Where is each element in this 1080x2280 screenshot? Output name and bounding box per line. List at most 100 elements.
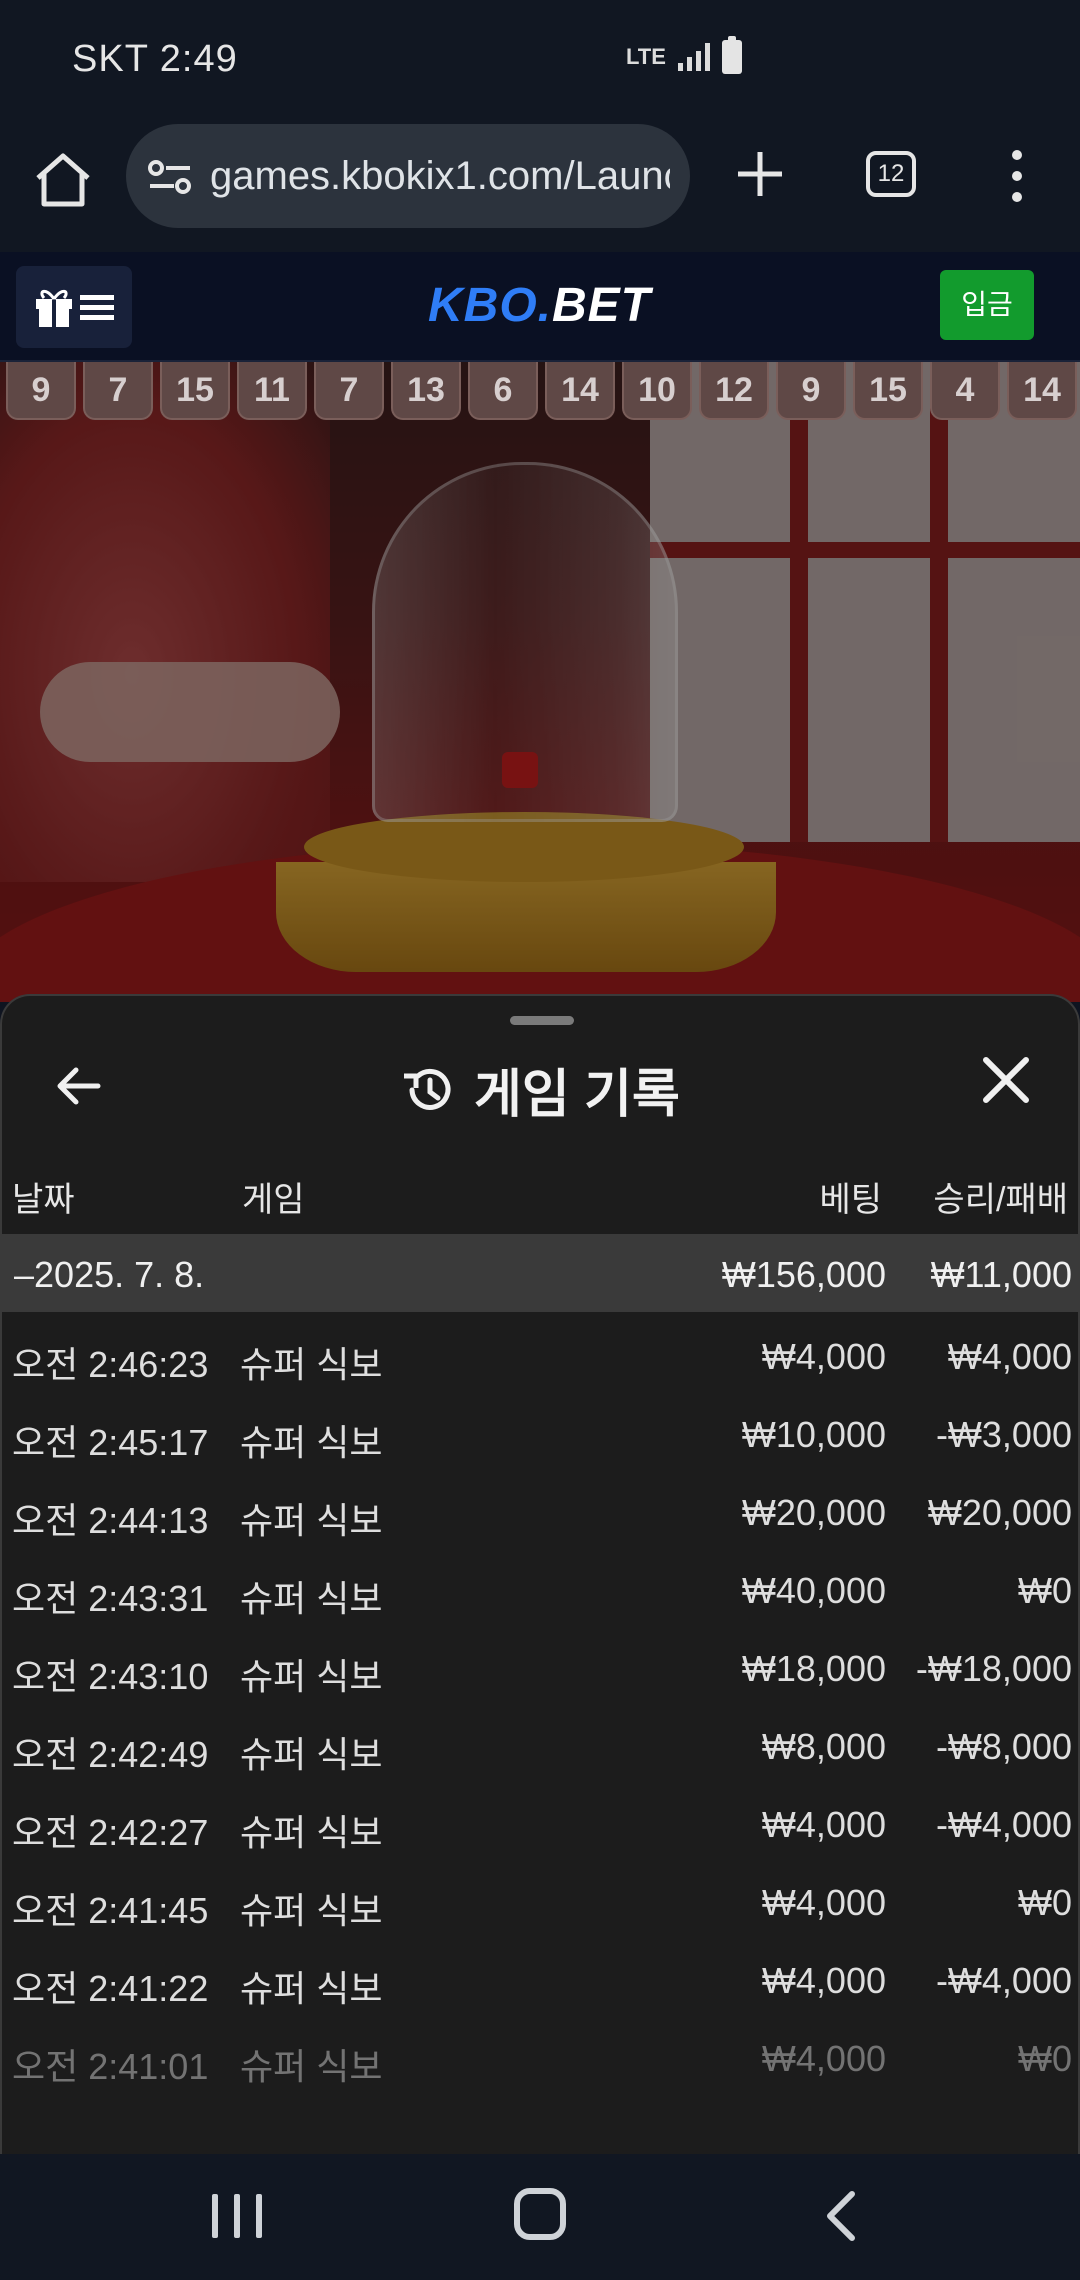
row-result: -₩8,000 <box>935 1726 1072 1767</box>
row-result: ₩20,000 <box>927 1492 1072 1533</box>
status-time: SKT 2:49 <box>72 38 238 80</box>
lte-icon: LTE <box>626 44 666 69</box>
row-game: 슈퍼 식보 <box>240 1500 383 1541</box>
row-result: -₩3,000 <box>935 1414 1072 1455</box>
game-history-sheet: 게임 기록 날짜 게임 베팅 승리/패배 –2025. 7. 8. ₩156,0… <box>0 994 1080 2154</box>
nav-back-icon[interactable] <box>820 2188 860 2244</box>
status-icons: LTE <box>626 36 742 74</box>
row-game: 슈퍼 식보 <box>240 1890 383 1931</box>
history-result: 7 <box>314 362 384 420</box>
history-result: 9 <box>776 362 846 420</box>
date-group-win-loss-total: ₩11,000 <box>930 1254 1072 1295</box>
row-result: ₩0 <box>1018 2038 1072 2079</box>
table-row[interactable]: 오전 2:43:31 슈퍼 식보 ₩40,000 ₩0 <box>2 1546 1078 1624</box>
recent-apps-icon[interactable] <box>212 2194 262 2238</box>
row-bet: ₩40,000 <box>741 1570 886 1611</box>
row-time: 오전 2:42:49 <box>12 1734 209 1775</box>
table-row[interactable]: 오전 2:41:01 슈퍼 식보 ₩4,000 ₩0 <box>2 2014 1078 2092</box>
sheet-title-text: 게임 기록 <box>474 1066 680 1124</box>
system-nav-bar <box>0 2154 1080 2280</box>
column-header-game[interactable]: 게임 <box>242 1172 305 1221</box>
site-header: KBO.BET 입금 <box>0 252 1080 362</box>
row-time: 오전 2:43:10 <box>12 1656 209 1697</box>
row-game: 슈퍼 식보 <box>240 1578 383 1619</box>
row-bet: ₩4,000 <box>761 1336 886 1377</box>
gift-menu-button[interactable] <box>16 266 132 348</box>
date-group-bet-total: ₩156,000 <box>721 1254 886 1295</box>
column-header-win-loss[interactable]: 승리/패배 <box>933 1172 1068 1221</box>
history-result: 13 <box>391 362 461 420</box>
battery-icon <box>721 36 742 74</box>
row-bet: ₩4,000 <box>761 1804 886 1845</box>
table-row[interactable]: 오전 2:43:10 슈퍼 식보 ₩18,000 -₩18,000 <box>2 1624 1078 1702</box>
table-row[interactable]: 오전 2:42:49 슈퍼 식보 ₩8,000 -₩8,000 <box>2 1702 1078 1780</box>
site-logo[interactable]: KBO.BET <box>428 278 651 333</box>
row-bet: ₩8,000 <box>761 1726 886 1767</box>
date-group-date: –2025. 7. 8. <box>14 1254 205 1295</box>
home-icon[interactable] <box>30 148 96 214</box>
row-bet: ₩4,000 <box>761 2038 886 2079</box>
plus-icon[interactable] <box>730 144 790 204</box>
row-game: 슈퍼 식보 <box>240 1968 383 2009</box>
row-time: 오전 2:42:27 <box>12 1812 209 1853</box>
url-text: games.kbokix1.com/Launch <box>210 154 670 198</box>
row-game: 슈퍼 식보 <box>240 1422 383 1463</box>
row-game: 슈퍼 식보 <box>240 1344 383 1385</box>
close-icon[interactable] <box>978 1052 1034 1108</box>
column-header-date[interactable]: 날짜 <box>12 1172 75 1221</box>
status-bar: SKT 2:49 LTE <box>0 0 1080 124</box>
signal-icon <box>677 43 710 71</box>
address-bar[interactable]: games.kbokix1.com/Launch <box>126 124 690 228</box>
sheet-drag-handle[interactable] <box>510 1016 574 1025</box>
history-rows: 오전 2:46:23 슈퍼 식보 ₩4,000 ₩4,000 오전 2:45:1… <box>2 1312 1078 2092</box>
history-result: 15 <box>853 362 923 420</box>
row-result: -₩18,000 <box>915 1648 1072 1689</box>
row-bet: ₩4,000 <box>761 1960 886 2001</box>
row-game: 슈퍼 식보 <box>240 2046 383 2087</box>
history-result: 11 <box>237 362 307 420</box>
row-result: -₩4,000 <box>935 1804 1072 1845</box>
table-row[interactable]: 오전 2:42:27 슈퍼 식보 ₩4,000 -₩4,000 <box>2 1780 1078 1858</box>
history-result: 7 <box>83 362 153 420</box>
history-result: 14 <box>545 362 615 420</box>
history-result: 10 <box>622 362 692 420</box>
history-result: 4 <box>930 362 1000 420</box>
row-result: -₩4,000 <box>935 1960 1072 2001</box>
table-row[interactable]: 오전 2:46:23 슈퍼 식보 ₩4,000 ₩4,000 <box>2 1312 1078 1390</box>
tabs-icon[interactable]: 12 <box>866 151 916 197</box>
row-bet: ₩20,000 <box>741 1492 886 1533</box>
table-row[interactable]: 오전 2:44:13 슈퍼 식보 ₩20,000 ₩20,000 <box>2 1468 1078 1546</box>
row-game: 슈퍼 식보 <box>240 1734 383 1775</box>
deposit-button[interactable]: 입금 <box>940 270 1034 340</box>
row-game: 슈퍼 식보 <box>240 1812 383 1853</box>
sheet-title: 게임 기록 <box>402 1052 680 1127</box>
date-group-row[interactable]: –2025. 7. 8. ₩156,000 ₩11,000 <box>2 1234 1078 1312</box>
results-history-strip: 9 7 15 11 7 13 6 14 10 12 9 15 4 14 <box>0 362 1080 422</box>
history-result: 6 <box>468 362 538 420</box>
row-result: ₩0 <box>1018 1882 1072 1923</box>
table-row[interactable]: 오전 2:41:22 슈퍼 식보 ₩4,000 -₩4,000 <box>2 1936 1078 2014</box>
row-time: 오전 2:43:31 <box>12 1578 209 1619</box>
table-row[interactable]: 오전 2:45:17 슈퍼 식보 ₩10,000 -₩3,000 <box>2 1390 1078 1468</box>
tune-icon[interactable] <box>148 160 192 194</box>
history-result: 9 <box>6 362 76 420</box>
column-header-bet[interactable]: 베팅 <box>819 1172 882 1221</box>
nav-home-icon[interactable] <box>514 2188 566 2240</box>
row-time: 오전 2:41:01 <box>12 2046 209 2087</box>
more-vert-icon[interactable] <box>1002 146 1032 206</box>
gift-icon <box>36 289 72 327</box>
history-icon <box>404 1068 451 1110</box>
arrow-left-icon[interactable] <box>50 1056 110 1116</box>
row-bet: ₩4,000 <box>761 1882 886 1923</box>
browser-toolbar: games.kbokix1.com/Launch 12 <box>0 124 1080 252</box>
row-result: ₩0 <box>1018 1570 1072 1611</box>
row-bet: ₩10,000 <box>741 1414 886 1455</box>
row-bet: ₩18,000 <box>741 1648 886 1689</box>
row-result: ₩4,000 <box>947 1336 1072 1377</box>
history-result: 12 <box>699 362 769 420</box>
table-row[interactable]: 오전 2:41:45 슈퍼 식보 ₩4,000 ₩0 <box>2 1858 1078 1936</box>
row-time: 오전 2:45:17 <box>12 1422 209 1463</box>
hamburger-icon <box>80 295 114 320</box>
history-result: 15 <box>160 362 230 420</box>
row-time: 오전 2:44:13 <box>12 1500 209 1541</box>
